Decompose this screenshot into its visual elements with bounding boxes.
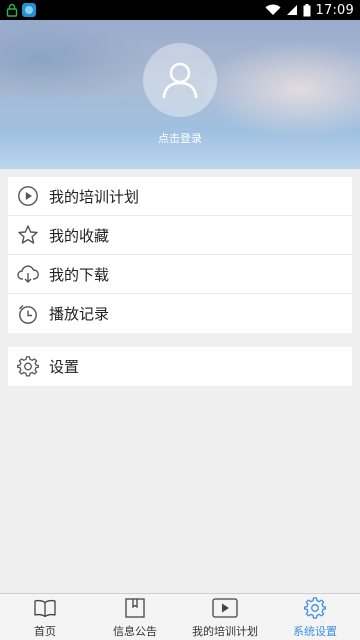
avatar[interactable] bbox=[143, 43, 217, 117]
cloud-download-icon bbox=[17, 263, 39, 285]
profile-header: 点击登录 bbox=[0, 20, 360, 169]
status-time: 17:09 bbox=[315, 2, 354, 18]
battery-icon bbox=[303, 3, 311, 16]
menu-item-play-history[interactable]: 播放记录 bbox=[8, 294, 352, 333]
status-bar: 17:09 bbox=[0, 0, 360, 20]
tab-label: 首页 bbox=[34, 625, 56, 638]
tab-training-plan[interactable]: 我的培训计划 bbox=[180, 594, 270, 640]
menu-item-training-plan[interactable]: 我的培训计划 bbox=[8, 177, 352, 216]
status-bar-left bbox=[6, 3, 36, 17]
gear-icon bbox=[302, 597, 328, 619]
menu-item-downloads[interactable]: 我的下载 bbox=[8, 255, 352, 294]
tab-label: 我的培训计划 bbox=[192, 625, 258, 638]
status-bar-right: 17:09 bbox=[265, 3, 354, 18]
tab-system-settings[interactable]: 系统设置 bbox=[270, 594, 360, 640]
signal-icon bbox=[286, 5, 297, 15]
gear-icon bbox=[17, 355, 39, 378]
menu-item-label: 播放记录 bbox=[49, 305, 110, 323]
play-circle-icon bbox=[17, 185, 39, 207]
bottom-tab-bar: 首页 信息公告 我的培训计划 系统设置 bbox=[0, 593, 360, 640]
tab-announcements[interactable]: 信息公告 bbox=[90, 594, 180, 640]
wifi-icon bbox=[265, 4, 281, 15]
menu-item-settings[interactable]: 设置 bbox=[8, 347, 352, 386]
lock-icon bbox=[6, 3, 18, 17]
video-play-icon bbox=[212, 597, 238, 619]
menu-item-label: 设置 bbox=[49, 358, 80, 376]
tab-label: 系统设置 bbox=[293, 625, 337, 638]
login-link[interactable]: 点击登录 bbox=[0, 130, 360, 146]
tab-home[interactable]: 首页 bbox=[0, 594, 90, 640]
menu-item-label: 我的收藏 bbox=[49, 226, 110, 245]
user-icon bbox=[162, 62, 198, 99]
menu-item-label: 我的下载 bbox=[49, 265, 110, 284]
menu-group-settings: 设置 bbox=[8, 347, 352, 386]
tab-label: 信息公告 bbox=[113, 625, 157, 638]
alarm-clock-icon bbox=[17, 303, 39, 325]
app-icon bbox=[22, 3, 36, 17]
notice-icon bbox=[122, 597, 148, 619]
menu-group-main: 我的培训计划 我的收藏 我的下载 播放记录 bbox=[8, 177, 352, 333]
menu-item-label: 我的培训计划 bbox=[49, 187, 140, 206]
star-icon bbox=[17, 224, 39, 246]
menu-item-favorites[interactable]: 我的收藏 bbox=[8, 216, 352, 255]
book-icon bbox=[32, 597, 58, 619]
